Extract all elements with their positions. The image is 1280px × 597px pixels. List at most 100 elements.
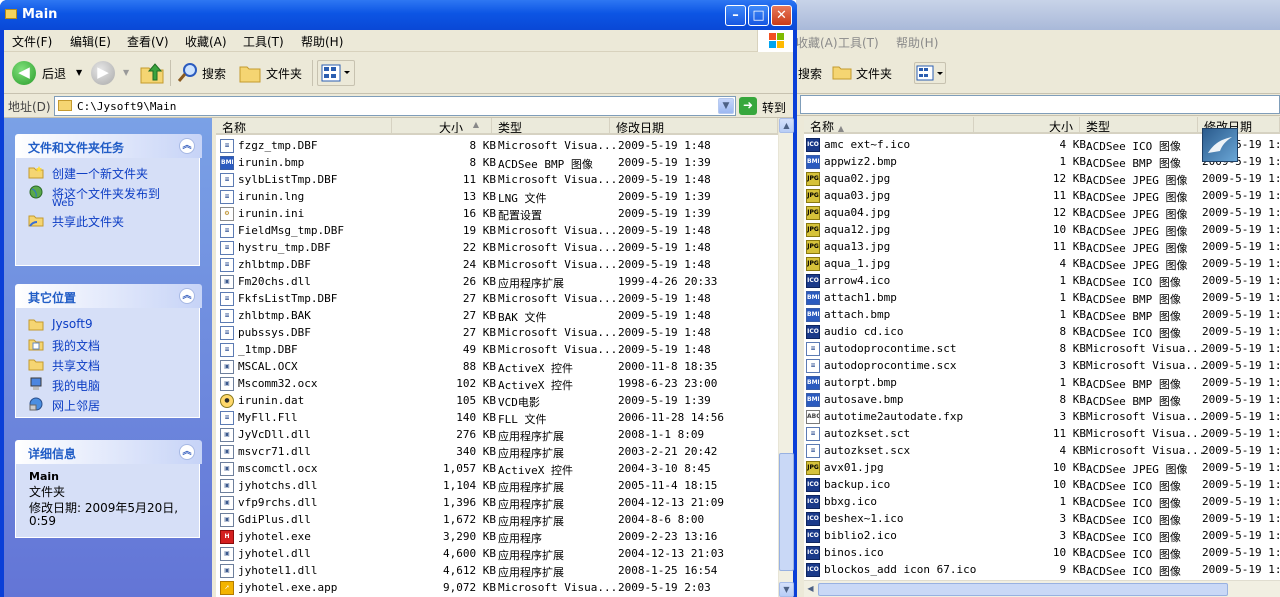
col-name[interactable]: 名称 <box>216 118 392 135</box>
title-bar[interactable]: Main – □ ✕ <box>0 0 797 30</box>
file-row[interactable]: ▣ mscomctl.ocx 1,057 KB ActiveX 控件 2004-3-10… <box>216 460 778 477</box>
file-row[interactable]: ≡ irunin.lng 13 KB LNG 文件 2009-5-19 1:39 <box>216 188 778 205</box>
collapse-icon[interactable]: ︽ <box>179 444 195 460</box>
scroll-up-icon[interactable]: ▲ <box>779 118 794 133</box>
menu-file[interactable]: 文件(F) <box>12 33 52 50</box>
scroll-down-icon[interactable]: ▼ <box>779 582 794 597</box>
bg-address-field[interactable] <box>800 95 1280 114</box>
file-row[interactable]: ICO bbxg.ico 1 KB ACDSee ICO 图像 2009-5-19 1: <box>804 493 1280 510</box>
background-window[interactable]: 收藏(A) 工具(T) 帮助(H) 搜索 文件夹 名称 ▲ 大小 类型 修改日期… <box>796 0 1280 597</box>
menu-edit[interactable]: 编辑(E) <box>70 33 111 50</box>
file-row[interactable]: ● irunin.dat 105 KB VCD电影 2009-5-19 1:39 <box>216 392 778 409</box>
file-row[interactable]: Hjyhotel.exe 3,290 KB 应用程序 2009-2-23 13:16 <box>216 528 778 545</box>
file-row[interactable]: ▣ JyVcDll.dll 276 KB 应用程序扩展 2008-1-1 8:09 <box>216 426 778 443</box>
menu-view[interactable]: 查看(V) <box>127 33 169 50</box>
folders-button[interactable]: 文件夹 <box>238 60 308 86</box>
back-dropdown-icon[interactable]: ▼ <box>76 68 82 77</box>
file-row[interactable]: JPG aqua12.jpg 10 KB ACDSee JPEG 图像 2009-5-1… <box>804 221 1280 238</box>
file-row[interactable]: ≡ pubssys.DBF 27 KB Microsoft Visua... 2009-… <box>216 324 778 341</box>
file-row[interactable]: ≡ autozkset.scx 4 KB Microsoft Visua... 2009… <box>804 442 1280 459</box>
file-row[interactable]: ≡ hystru_tmp.DBF 22 KB Microsoft Visua... 20… <box>216 239 778 256</box>
bg-menu-tools[interactable]: 工具(T) <box>838 34 879 51</box>
menu-help[interactable]: 帮助(H) <box>301 33 343 50</box>
up-folder-button[interactable] <box>139 60 167 86</box>
file-row[interactable]: BMP autorpt.bmp 1 KBACDSee BMP 图像 2009-5-19… <box>804 374 1280 391</box>
file-row[interactable]: BMP attach.bmp 1 KBACDSee BMP 图像 2009-5-19 … <box>804 306 1280 323</box>
file-row[interactable]: BMP autosave.bmp 8 KBACDSee BMP 图像 2009-5-1… <box>804 391 1280 408</box>
file-row[interactable]: ▣ vfp9rchs.dll 1,396 KB 应用程序扩展 2004-12-13 21… <box>216 494 778 511</box>
file-row[interactable]: ≡ MyFll.Fll 140 KB FLL 文件 2006-11-28 14:56 <box>216 409 778 426</box>
file-row[interactable]: ICO arrow4.ico 1 KB ACDSee ICO 图像 2009-5-19 … <box>804 272 1280 289</box>
maximize-button[interactable]: □ <box>748 5 769 26</box>
file-row[interactable]: ICO audio cd.ico 8 KB ACDSee ICO 图像 2009-5-1… <box>804 323 1280 340</box>
col-type[interactable]: 类型 <box>492 118 610 135</box>
search-button[interactable]: 搜索 <box>176 60 234 86</box>
file-row[interactable]: ≡ autodoprocontime.sct 8 KB Microsoft Visua… <box>804 340 1280 357</box>
file-row[interactable]: BMP irunin.bmp 8 KBACDSee BMP 图像 2009-5-19 … <box>216 154 778 171</box>
file-list[interactable]: 名称 大小 ▲ 类型 修改日期 ≡ fzgz_tmp.DBF 8 KB Microsof… <box>216 118 778 597</box>
other-places-header[interactable]: 其它位置 ︽ <box>15 284 202 308</box>
file-row[interactable]: ICO backup.ico 10 KB ACDSee ICO 图像 2009-5-19… <box>804 476 1280 493</box>
address-field[interactable]: C:\Jysoft9\Main ▼ <box>54 96 736 116</box>
file-row[interactable]: ICO beshex~1.ico 3 KB ACDSee ICO 图像 2009-5-1… <box>804 510 1280 527</box>
go-button[interactable]: 转到 <box>762 99 786 116</box>
file-row[interactable]: JPG aqua03.jpg 11 KB ACDSee JPEG 图像 2009-5-1… <box>804 187 1280 204</box>
file-row[interactable]: ▣ GdiPlus.dll 1,672 KB 应用程序扩展 2004-8-6 8:00 <box>216 511 778 528</box>
file-row[interactable]: ≡ FkfsListTmp.DBF 27 KB Microsoft Visua... 2… <box>216 290 778 307</box>
file-row[interactable]: ≡ zhlbtmp.DBF 24 KB Microsoft Visua... 2009-… <box>216 256 778 273</box>
file-row[interactable]: JPG aqua04.jpg 12 KB ACDSee JPEG 图像 2009-5-1… <box>804 204 1280 221</box>
bg-menu-favorites[interactable]: 收藏(A) <box>796 34 838 51</box>
file-row[interactable]: ▣ jyhotchs.dll 1,104 KB 应用程序扩展 2005-11-4 18:… <box>216 477 778 494</box>
address-dropdown-icon[interactable]: ▼ <box>718 98 734 114</box>
col-date[interactable]: 修改日期 <box>610 118 778 135</box>
file-row[interactable]: ▣ Fm20chs.dll 26 KB 应用程序扩展 1999-4-26 20:33 <box>216 273 778 290</box>
views-button[interactable] <box>317 60 355 86</box>
bg-col-type[interactable]: 类型 <box>1080 117 1198 134</box>
file-row[interactable]: ICO biblio2.ico 3 KB ACDSee ICO 图像 2009-5-19… <box>804 527 1280 544</box>
details-header[interactable]: 详细信息 ︽ <box>15 440 202 464</box>
file-row[interactable]: ⚙ irunin.ini 16 KB 配置设置 2009-5-19 1:39 <box>216 205 778 222</box>
menu-favorites[interactable]: 收藏(A) <box>185 33 227 50</box>
menu-tools[interactable]: 工具(T) <box>243 33 284 50</box>
bg-search-button[interactable]: 搜索 <box>798 65 822 82</box>
forward-button[interactable]: ▶ ▼ <box>91 60 131 86</box>
file-row[interactable]: ICO blockos_add icon 67.ico 9 KB ACDSee ICO… <box>804 561 1280 578</box>
file-row[interactable]: ≡ autodoprocontime.scx 3 KB Microsoft Visua… <box>804 357 1280 374</box>
bg-views-button[interactable] <box>914 62 946 84</box>
file-row[interactable]: ≡ FieldMsg_tmp.DBF 19 KB Microsoft Visua...… <box>216 222 778 239</box>
floating-app-icon[interactable] <box>1202 128 1238 162</box>
file-row[interactable]: ≡ autozkset.sct 11 KB Microsoft Visua... 200… <box>804 425 1280 442</box>
file-row[interactable]: ▣ jyhotel1.dll 4,612 KB 应用程序扩展 2008-1-25 16:… <box>216 562 778 579</box>
file-row[interactable]: ▣ MSCAL.OCX 88 KB ActiveX 控件 2000-11-8 18:35 <box>216 358 778 375</box>
file-row[interactable]: ICO binos.ico 10 KB ACDSee ICO 图像 2009-5-19 … <box>804 544 1280 561</box>
horizontal-scroll-thumb[interactable] <box>818 583 1228 596</box>
file-row[interactable]: JPG aqua02.jpg 12 KB ACDSee JPEG 图像 2009-5-1… <box>804 170 1280 187</box>
file-row[interactable]: ≡ sylbListTmp.DBF 11 KB Microsoft Visua... 2… <box>216 171 778 188</box>
file-tasks-header[interactable]: 文件和文件夹任务 ︽ <box>15 134 202 158</box>
bg-col-size[interactable]: 大小 <box>974 117 1080 134</box>
go-arrow-icon[interactable]: ➜ <box>739 97 757 115</box>
file-row[interactable]: ➚ jyhotel.exe.app 9,072 KB Microsoft Visua.… <box>216 579 778 596</box>
file-row[interactable]: JPG avx01.jpg 10 KB ACDSee JPEG 图像 2009-5-19… <box>804 459 1280 476</box>
collapse-icon[interactable]: ︽ <box>179 138 195 154</box>
file-row[interactable]: JPG aqua13.jpg 11 KB ACDSee JPEG 图像 2009-5-1… <box>804 238 1280 255</box>
bg-menu-help[interactable]: 帮助(H) <box>896 34 938 51</box>
file-row[interactable]: ▣ Mscomm32.ocx 102 KB ActiveX 控件 1998-6-23 2… <box>216 375 778 392</box>
minimize-button[interactable]: – <box>725 5 746 26</box>
file-row[interactable]: ≡ fzgz_tmp.DBF 8 KB Microsoft Visua... 2009-… <box>216 137 778 154</box>
bg-col-name[interactable]: 名称 ▲ <box>804 117 974 134</box>
col-size[interactable]: 大小 ▲ <box>392 118 492 135</box>
file-row[interactable]: BMP attach1.bmp 1 KBACDSee BMP 图像 2009-5-19… <box>804 289 1280 306</box>
background-title-bar[interactable] <box>796 0 1280 30</box>
background-horizontal-scrollbar[interactable]: ◀ <box>804 580 1280 597</box>
back-button[interactable]: ◀ 后退 ▼ <box>10 60 86 86</box>
background-file-list[interactable]: 名称 ▲ 大小 类型 修改日期 ICO amc ext~f.ico 4 KB ACDS… <box>804 117 1280 580</box>
file-row[interactable]: ≡ _1tmp.DBF 49 KB Microsoft Visua... 2009-5-… <box>216 341 778 358</box>
file-row[interactable]: ▣ msvcr71.dll 340 KB 应用程序扩展 2003-2-21 20:42 <box>216 443 778 460</box>
vertical-scrollbar[interactable]: ▲ ▼ <box>778 118 794 597</box>
bg-folders-button[interactable]: 文件夹 <box>856 65 892 82</box>
file-row[interactable]: ≡ zhlbtmp.BAK 27 KB BAK 文件 2009-5-19 1:48 <box>216 307 778 324</box>
file-row[interactable]: JPG aqua_1.jpg 4 KB ACDSee JPEG 图像 2009-5-19… <box>804 255 1280 272</box>
scroll-left-icon[interactable]: ◀ <box>804 582 817 596</box>
close-button[interactable]: ✕ <box>771 5 792 26</box>
